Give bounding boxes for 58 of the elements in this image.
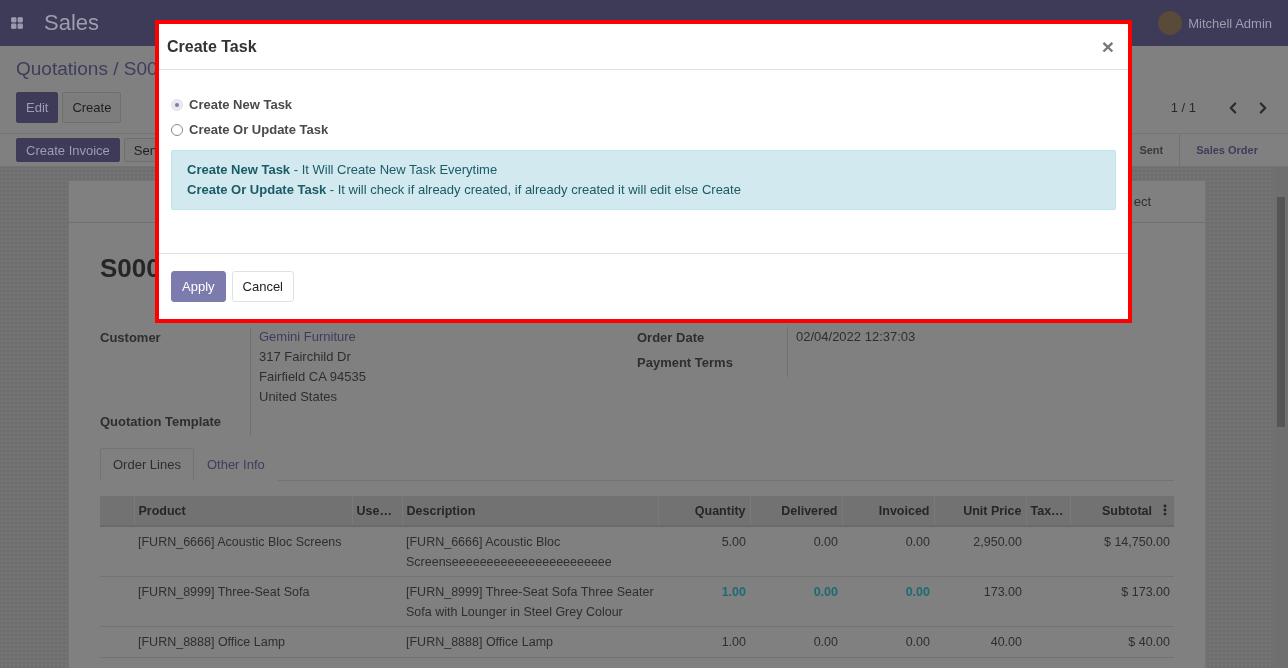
- cancel-button[interactable]: Cancel: [231, 271, 294, 302]
- app-name: Sales: [44, 10, 100, 36]
- table-cell: 0.00: [842, 626, 934, 657]
- field-label: Quotation Template: [100, 413, 223, 431]
- table-cell: [FURN_8999] Three-Seat Sofa Three Seater Sofa with Lounger in Steel Grey Colour: [402, 576, 658, 627]
- table-cell: 0.00: [750, 576, 842, 627]
- create-button[interactable]: Create: [62, 92, 122, 123]
- field-value: Fairfield CA 94535: [259, 368, 367, 386]
- table-cell: 1.00: [658, 576, 750, 627]
- info-text: Create Or Update Task - It will check if already created, if already created it will edit else Create: [187, 181, 742, 199]
- table-cell: [FURN_8999] Three-Seat Sofa: [134, 576, 352, 627]
- edit-button[interactable]: Edit: [16, 92, 59, 123]
- radio-option[interactable]: Create Or Update Task: [171, 117, 1116, 142]
- table-cell: $ 40.00: [1070, 626, 1174, 657]
- field-label: Payment Terms: [637, 354, 734, 372]
- table-cell: [FURN_6666] Acoustic Bloc Screenseeeeeeeeeeeeeeeeeeeeeee: [402, 526, 658, 577]
- field-value: 317 Fairchild Dr: [259, 348, 352, 366]
- column-header[interactable]: Delivered: [750, 496, 842, 526]
- status-step[interactable]: Sales Order: [1179, 134, 1270, 166]
- column-header[interactable]: Tax…: [1026, 496, 1070, 526]
- field-value: United States: [259, 388, 339, 406]
- table-cell: 0.00: [842, 576, 934, 627]
- action-button[interactable]: Create Invoice: [16, 138, 120, 162]
- radio-option[interactable]: Create New Task: [171, 92, 1116, 117]
- column-header[interactable]: Unit Price: [934, 496, 1026, 526]
- customer-link[interactable]: Gemini Furniture: [259, 327, 637, 347]
- tab[interactable]: Order Lines: [100, 448, 194, 481]
- table-cell: 0.00: [750, 626, 842, 657]
- table-cell: $ 14,750.00: [1070, 526, 1174, 577]
- table-cell: 1.00: [658, 626, 750, 657]
- close-button[interactable]: ×: [1097, 36, 1118, 57]
- table-cell: 0.00: [750, 526, 842, 577]
- table-cell: $ 173.00: [1070, 576, 1174, 627]
- table-cell: [FURN_8888] Office Lamp: [402, 626, 658, 657]
- table-cell: 173.00: [934, 576, 1026, 627]
- field-label: Customer: [100, 329, 162, 347]
- column-header[interactable]: Invoiced: [842, 496, 934, 526]
- column-header[interactable]: Use…: [352, 496, 402, 526]
- table-cell: 5.00: [658, 526, 750, 577]
- column-header[interactable]: Description: [402, 496, 658, 526]
- table-cell: 40.00: [934, 626, 1026, 657]
- column-header[interactable]: Quantity: [658, 496, 750, 526]
- dialog-title: Create Task: [167, 37, 257, 56]
- column-header[interactable]: Subtotal: [1070, 496, 1174, 526]
- table-cell: 2,950.00: [934, 526, 1026, 577]
- apply-button[interactable]: Apply: [171, 271, 226, 302]
- table-cell: [FURN_8888] Office Lamp: [134, 626, 352, 657]
- radio-icon[interactable]: [171, 123, 183, 136]
- stat-button[interactable]: ect: [1133, 194, 1151, 209]
- table-cell: 0.00: [842, 526, 934, 577]
- table-cell: [FURN_6666] Acoustic Bloc Screens: [134, 526, 352, 577]
- user-name[interactable]: Mitchell Admin: [1188, 15, 1272, 31]
- pager-counter: 1 / 1: [1170, 100, 1196, 115]
- apps-menu-icon[interactable]: [10, 16, 24, 30]
- column-header[interactable]: Product: [134, 496, 352, 526]
- info-text: Create New Task - It Will Create New Task Everytime: [187, 161, 499, 179]
- field-label: Order Date: [637, 329, 706, 347]
- field-value: 02/04/2022 12:37:03: [796, 328, 917, 346]
